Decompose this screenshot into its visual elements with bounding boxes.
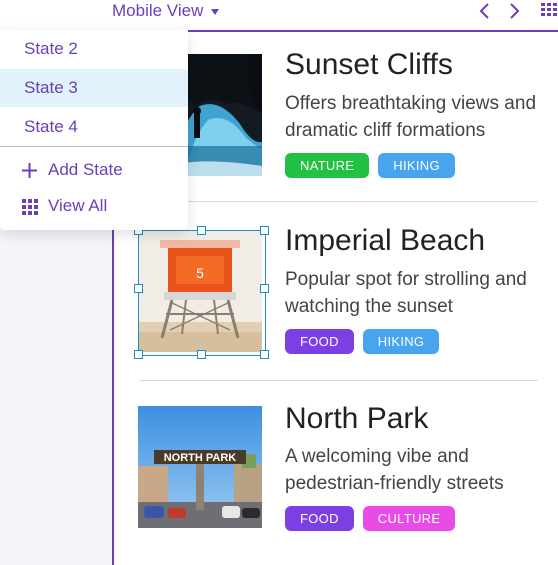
add-state-button[interactable]: Add State: [0, 153, 188, 187]
add-state-label: Add State: [48, 160, 123, 179]
plus-icon: [22, 162, 37, 178]
tag-food[interactable]: FOOD: [285, 506, 354, 531]
card-divider: [140, 380, 538, 381]
resize-handle-top[interactable]: [197, 226, 206, 235]
menu-item-label: State 2: [24, 39, 78, 58]
tag-nature[interactable]: NATURE: [285, 153, 370, 178]
tag-hiking[interactable]: HIKING: [378, 153, 455, 178]
card-title: Sunset Cliffs: [285, 48, 453, 81]
resize-handle-left[interactable]: [134, 284, 143, 293]
grid-icon: [22, 198, 38, 215]
card-title: North Park: [285, 402, 429, 435]
tag-list: FOOD HIKING: [285, 329, 440, 354]
state-dropdown-menu: State 2 State 3 State 4 Add State View A…: [0, 30, 188, 230]
view-all-label: View All: [48, 196, 108, 215]
resize-handle-bottom-right[interactable]: [260, 350, 269, 359]
menu-divider: [0, 146, 188, 147]
card-divider: [140, 201, 538, 202]
card-title: Imperial Beach: [285, 224, 486, 257]
view-mode-label: Mobile View: [112, 1, 204, 20]
tag-food[interactable]: FOOD: [285, 329, 354, 354]
menu-item-state-3[interactable]: State 3: [0, 69, 188, 107]
north-park-sign-text: NORTH PARK: [164, 452, 237, 464]
tag-list: NATURE HIKING: [285, 153, 455, 178]
menu-item-label: State 4: [24, 117, 78, 136]
tag-list: FOOD CULTURE: [285, 506, 456, 531]
list-item[interactable]: NORTH PARK North Park A welcoming vibe a…: [114, 386, 558, 556]
view-all-button[interactable]: View All: [0, 189, 188, 223]
card-description: Popular spot for strolling and watching …: [285, 269, 527, 317]
top-toolbar: Mobile View: [0, 0, 558, 30]
caret-down-icon: [211, 9, 220, 15]
north-park-image: NORTH PARK: [138, 406, 262, 528]
canvas-gutter: [0, 230, 112, 565]
resize-handle-right[interactable]: [260, 284, 269, 293]
tag-culture[interactable]: CULTURE: [362, 506, 456, 531]
resize-handle-bottom[interactable]: [197, 350, 206, 359]
resize-handle-top-right[interactable]: [260, 226, 269, 235]
card-description: A welcoming vibe and pedestrian-friendly…: [285, 446, 504, 494]
tag-hiking[interactable]: HIKING: [362, 329, 440, 354]
card-description: Offers breathtaking views and dramatic c…: [285, 93, 537, 141]
chevron-right-icon[interactable]: [509, 2, 521, 20]
menu-item-label: State 3: [24, 78, 78, 97]
resize-handle-bottom-left[interactable]: [134, 350, 143, 359]
view-mode-dropdown[interactable]: Mobile View: [112, 0, 220, 22]
menu-item-state-2[interactable]: State 2: [0, 30, 188, 68]
menu-item-state-4[interactable]: State 4: [0, 108, 188, 146]
chevron-left-icon[interactable]: [478, 2, 490, 20]
selection-frame[interactable]: [138, 230, 266, 356]
grid-icon[interactable]: [541, 3, 558, 17]
